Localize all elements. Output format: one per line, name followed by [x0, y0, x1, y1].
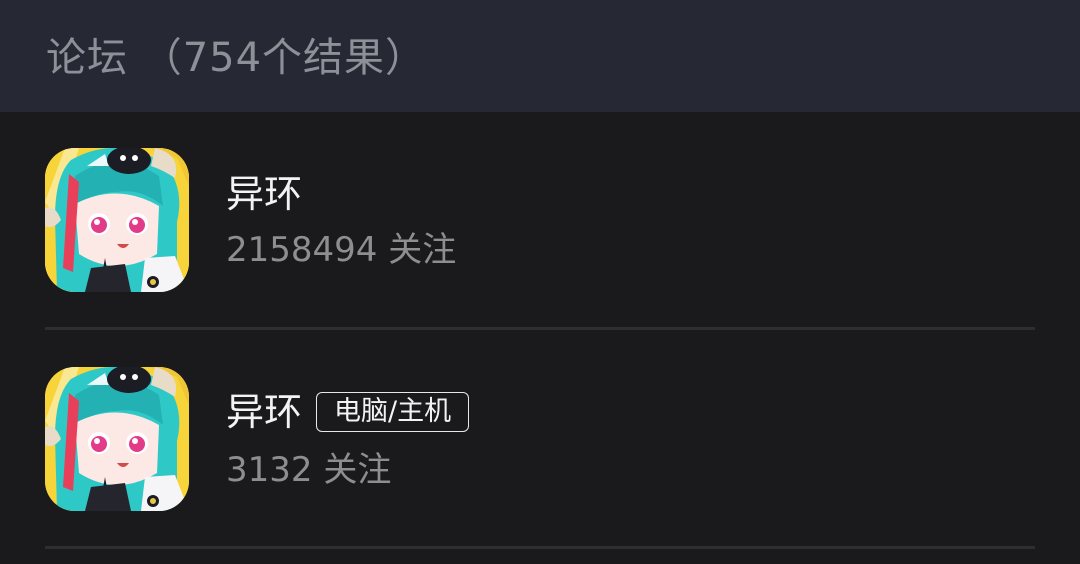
list-item[interactable]: 异环 电脑/主机 3132 关注 [0, 332, 1080, 548]
follower-count: 2158494 关注 [226, 230, 457, 270]
divider [45, 546, 1035, 549]
game-avatar-icon[interactable] [45, 148, 189, 292]
list-item[interactable]: 异环 2158494 关注 [0, 112, 1080, 328]
follower-count: 3132 关注 [226, 450, 392, 490]
name-line: 异环 [226, 168, 302, 220]
forum-name[interactable]: 异环 [226, 168, 302, 220]
results-header: 论坛 （754个结果） [0, 0, 1080, 112]
name-line: 异环 电脑/主机 [226, 386, 470, 438]
game-avatar-icon[interactable] [45, 367, 189, 511]
forum-results-list: 异环 2158494 关注 异环 电脑/主机 3132 关注 [0, 112, 1080, 564]
forum-name[interactable]: 异环 [226, 386, 302, 438]
section-title: 论坛 （754个结果） [46, 35, 427, 81]
divider [45, 327, 1035, 330]
platform-tag: 电脑/主机 [316, 392, 470, 432]
